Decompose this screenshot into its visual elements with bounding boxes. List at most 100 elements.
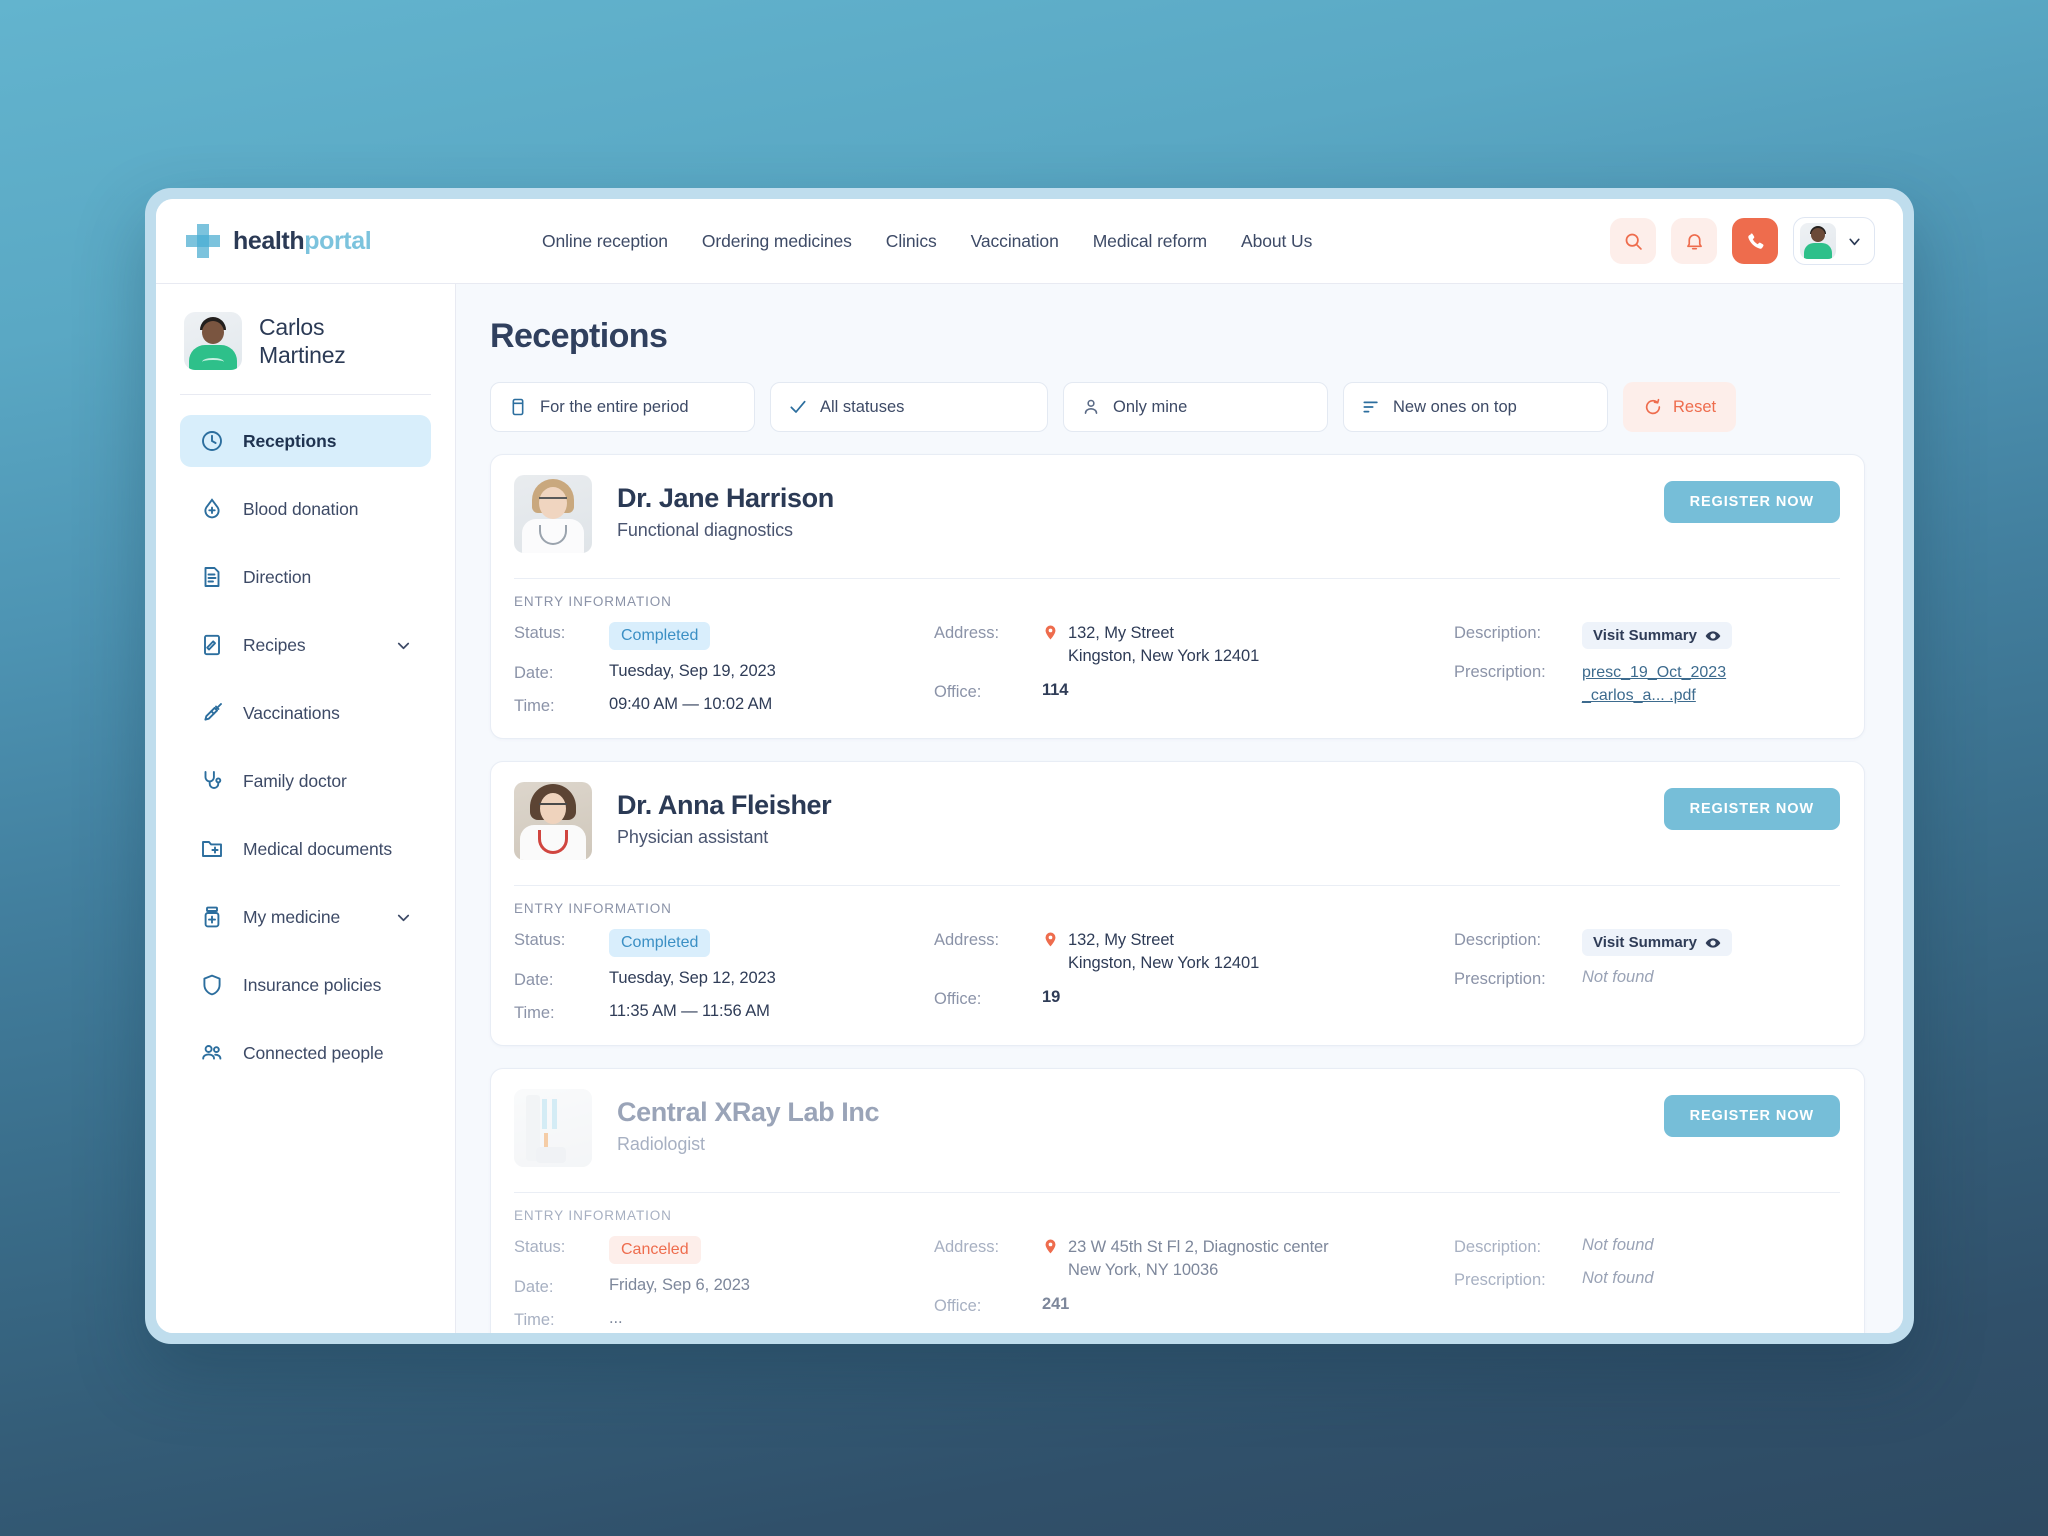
clock-icon [202,431,222,451]
filter-status[interactable]: All statuses [770,382,1048,432]
reset-filters-button[interactable]: Reset [1623,382,1737,432]
status-badge: Completed [609,929,711,957]
field-status: Status: Completed [514,929,934,957]
brand-logo-group[interactable]: healthportal [186,224,486,258]
sidebar-item-label: Recipes [243,634,306,655]
search-button[interactable] [1610,218,1656,264]
medicine-bottle-icon [204,906,220,928]
sidebar-item-receptions[interactable]: Receptions [180,415,431,467]
field-office: Office: 241 [934,1295,1454,1316]
brand-name-part2: portal [304,226,372,255]
nav-link-about-us[interactable]: About Us [1241,231,1312,252]
filter-bar: For the entire period All statuses Only … [490,382,1865,432]
profile-avatar [184,312,242,370]
nav-actions-group [1610,217,1875,265]
address-value: 23 W 45th St Fl 2, Diagnostic center New… [1042,1236,1329,1283]
address-value: 132, My Street Kingston, New York 12401 [1042,929,1259,976]
filter-period-label: For the entire period [540,397,689,416]
address-text: 23 W 45th St Fl 2, Diagnostic center New… [1068,1236,1329,1283]
address-line-2: Kingston, New York 12401 [1068,954,1260,973]
main-content: Receptions For the entire period All sta… [456,284,1903,1333]
register-now-button[interactable]: REGISTER NOW [1663,1095,1840,1137]
entry-column-left: Status: Canceled Date: Friday, Sep 6, 20… [514,1236,934,1330]
chevron-down-icon [1294,399,1312,416]
entry-column-right: Description: Visit Summary Prescription: [1454,929,1840,1023]
filter-owner[interactable]: Only mine [1063,382,1328,432]
register-now-button[interactable]: REGISTER NOW [1663,788,1840,830]
nav-link-clinics[interactable]: Clinics [886,231,937,252]
profile-name: Carlos Martinez [259,313,346,369]
sidebar-item-label: Receptions [243,430,337,451]
sidebar-nav-list: Receptions Blood donation Direction Reci… [180,395,431,1079]
sidebar-item-label: Insurance policies [243,974,382,995]
people-icon [202,1045,222,1060]
notifications-button[interactable] [1671,218,1717,264]
sidebar-item-my-medicine[interactable]: My medicine [180,891,431,943]
shield-icon [203,974,221,996]
sidebar-item-direction[interactable]: Direction [180,551,431,603]
visit-summary-button[interactable]: Visit Summary [1582,929,1732,956]
field-description: Description: Not found [1454,1236,1840,1257]
sidebar-item-label: Direction [243,566,312,587]
check-icon [790,400,806,413]
entry-column-right: Description: Visit Summary Prescription: [1454,622,1840,716]
prescription-file-link[interactable]: presc_19_Oct_2023_carlos_a... .pdf [1582,661,1732,707]
chevron-down-icon [1849,238,1860,245]
address-text: 132, My Street Kingston, New York 12401 [1068,622,1259,669]
entry-column-right: Description: Not found Prescription: Not… [1454,1236,1840,1330]
nav-link-online-reception[interactable]: Online reception [542,231,668,252]
nav-link-medical-reform[interactable]: Medical reform [1093,231,1207,252]
field-date: Date: Tuesday, Sep 12, 2023 [514,969,934,990]
address-value: 132, My Street Kingston, New York 12401 [1042,622,1259,669]
search-icon [1625,233,1642,250]
entry-information-label: ENTRY INFORMATION [514,901,672,916]
visit-summary-button[interactable]: Visit Summary [1582,622,1732,649]
syringe-icon [204,703,222,721]
field-value: Friday, Sep 6, 2023 [609,1276,750,1294]
field-label: Description: [1454,931,1542,949]
sidebar-item-medical-documents[interactable]: Medical documents [180,823,431,875]
chevron-down-icon[interactable] [394,636,413,655]
field-label: Address: [934,1238,1000,1256]
field-address: Address: 132, My Street Kingston, New Yo… [934,929,1454,976]
nav-link-ordering-medicines[interactable]: Ordering medicines [702,231,852,252]
reset-label: Reset [1673,397,1717,416]
app-window: healthportal Online reception Ordering m… [145,188,1914,1344]
sidebar-item-family-doctor[interactable]: Family doctor [180,755,431,807]
address-line-1: 132, My Street [1068,931,1174,949]
filter-sort[interactable]: New ones on top [1343,382,1608,432]
sidebar-item-vaccinations[interactable]: Vaccinations [180,687,431,739]
field-label: Description: [1454,624,1542,642]
prescription-value: Not found [1582,1269,1654,1287]
location-pin-icon [1045,625,1056,640]
address-text: 132, My Street Kingston, New York 12401 [1068,929,1259,976]
entry-information-grid: Status: Completed Date: Tuesday, Sep 12,… [514,929,1840,1023]
call-button[interactable] [1732,218,1778,264]
sidebar: Carlos Martinez Receptions Blood donatio… [156,284,456,1333]
field-label: Description: [1454,1238,1542,1256]
document-icon [204,567,220,587]
sidebar-item-insurance-policies[interactable]: Insurance policies [180,959,431,1011]
filter-sort-label: New ones on top [1393,397,1517,416]
field-label: Office: [934,989,982,1008]
address-line-1: 132, My Street [1068,624,1174,642]
entry-information-grid: Status: Canceled Date: Friday, Sep 6, 20… [514,1236,1840,1330]
sidebar-item-recipes[interactable]: Recipes [180,619,431,671]
field-value: 19 [1042,987,1061,1006]
prescription-icon [204,634,220,656]
sidebar-item-connected-people[interactable]: Connected people [180,1027,431,1079]
phone-icon [1747,233,1763,249]
chevron-down-icon[interactable] [394,908,413,927]
user-menu-button[interactable] [1793,217,1875,265]
register-now-button[interactable]: REGISTER NOW [1663,481,1840,523]
filter-period[interactable]: For the entire period [490,382,755,432]
card-header: Dr. Jane Harrison Functional diagnostics… [514,475,1840,553]
sidebar-item-label: Blood donation [243,498,359,519]
nav-link-vaccination[interactable]: Vaccination [971,231,1059,252]
doctor-role: Radiologist [617,1134,705,1154]
field-office: Office: 19 [934,988,1454,1009]
sidebar-item-blood-donation[interactable]: Blood donation [180,483,431,535]
sidebar-profile[interactable]: Carlos Martinez [180,306,431,395]
field-value: 09:40 AM — 10:02 AM [609,695,773,713]
eye-icon [1705,630,1721,641]
